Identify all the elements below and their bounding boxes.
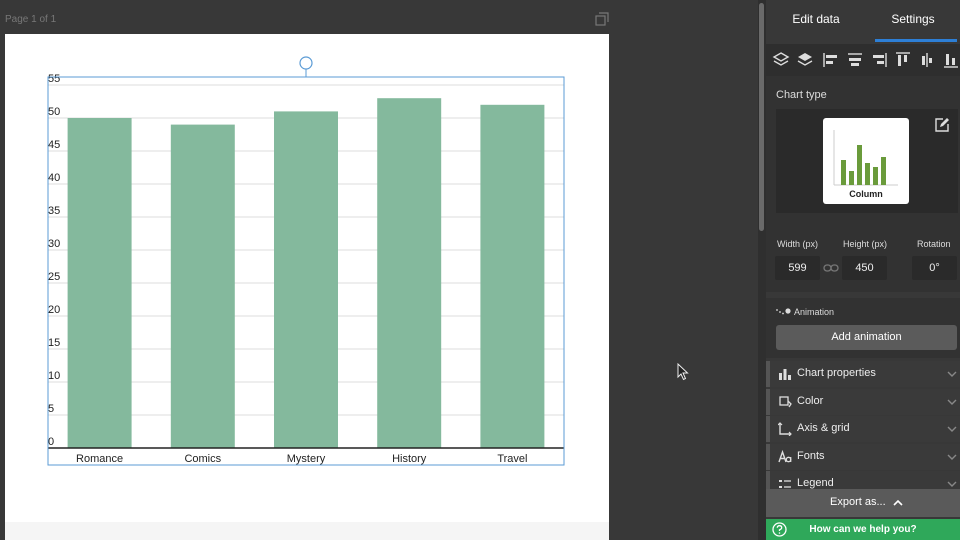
link-dimensions-icon[interactable]: [823, 262, 839, 274]
animation-icon: [776, 308, 791, 315]
y-tick-label: 20: [48, 304, 60, 316]
y-tick-label: 35: [48, 205, 60, 217]
align-left-icon[interactable]: [822, 51, 840, 69]
y-tick-labels: 0 5 10 15 20 25 30 35 40 45 50 55: [48, 73, 60, 448]
tab-edit-data[interactable]: Edit data: [766, 0, 866, 40]
column-chart-icon: [833, 130, 898, 186]
bar-chart-icon: [779, 369, 791, 380]
y-tick-label: 10: [48, 370, 60, 382]
export-button[interactable]: Export as...: [766, 489, 960, 517]
rotation-handle[interactable]: [299, 56, 313, 70]
paint-bucket-icon: [779, 396, 792, 408]
x-tick-label: Comics: [184, 453, 221, 465]
chart-type-selector[interactable]: Column: [776, 109, 958, 213]
chevron-down-icon: [947, 454, 957, 460]
align-center-icon[interactable]: [846, 51, 864, 69]
tab-settings[interactable]: Settings: [866, 0, 960, 40]
width-input[interactable]: 599: [775, 256, 820, 280]
active-tab-indicator: [875, 39, 957, 42]
chevron-down-icon: [947, 399, 957, 405]
accordion-label: Fonts: [797, 450, 825, 462]
x-tick-labels: Romance Comics Mystery History Travel: [76, 453, 527, 465]
accordion-label: Legend: [797, 477, 834, 489]
accordion-label: Axis & grid: [797, 422, 850, 434]
y-tick-label: 5: [48, 403, 54, 415]
y-tick-label: 30: [48, 238, 60, 250]
height-label: Height (px): [843, 239, 888, 249]
y-tick-label: 0: [48, 436, 54, 448]
rotation-input[interactable]: 0°: [912, 256, 957, 280]
help-label: How can we help you?: [809, 524, 917, 535]
x-tick-label: History: [392, 453, 427, 465]
y-tick-label: 50: [48, 106, 60, 118]
axis-icon: [778, 422, 792, 436]
chart-settings-section: Chart type Column Width (px) 599 Height …: [766, 76, 960, 292]
export-label: Export as...: [830, 496, 886, 508]
font-icon: [778, 450, 792, 463]
help-widget[interactable]: How can we help you?: [766, 519, 960, 540]
align-right-icon[interactable]: [870, 51, 888, 69]
rotation-label: Rotation: [917, 239, 951, 249]
x-tick-label: Mystery: [287, 453, 326, 465]
chart-type-name: Column: [849, 189, 883, 199]
bar-mystery: [274, 111, 338, 449]
chevron-up-icon: [893, 499, 903, 506]
chart-type-label: Chart type: [776, 89, 827, 101]
chart-type-thumbnail[interactable]: Column: [823, 118, 909, 204]
align-middle-icon[interactable]: [918, 51, 936, 69]
animation-section: Animation Add animation: [766, 298, 960, 358]
width-label: Width (px): [777, 239, 819, 249]
send-backward-icon[interactable]: [796, 51, 814, 69]
arrange-toolbar: [766, 44, 960, 76]
legend-icon: [779, 480, 791, 488]
settings-panel: Edit data Settings Chart type Column Wid…: [766, 0, 960, 540]
mouse-cursor-icon: [677, 363, 689, 381]
align-bottom-icon[interactable]: [942, 51, 960, 69]
accordion-label: Color: [797, 395, 824, 407]
y-tick-label: 15: [48, 337, 60, 349]
accordion-axis-grid[interactable]: Axis & grid: [766, 416, 960, 442]
bar-comics: [170, 124, 235, 448]
bar-romance: [67, 118, 132, 448]
accordion-label: Chart properties: [797, 367, 876, 379]
bar-history: [377, 98, 442, 448]
page-label: Page 1 of 1: [5, 14, 57, 25]
design-page: 0 5 10 15 20 25 30 35 40 45 50 55 Romance Comics Myst…: [5, 34, 609, 540]
canvas-area: Page 1 of 1 0 5 10 15 20 25 30 35 40 45 50 55 Roman…: [0, 0, 758, 540]
add-animation-button[interactable]: Add animation: [776, 325, 957, 350]
animation-label: Animation: [794, 307, 835, 317]
chevron-down-icon: [947, 371, 957, 377]
scrollbar-thumb[interactable]: [759, 3, 764, 231]
x-tick-label: Romance: [76, 453, 123, 465]
accordion-fonts[interactable]: Fonts: [766, 444, 960, 470]
edit-chart-type-icon[interactable]: [934, 117, 950, 133]
chevron-down-icon: [947, 481, 957, 487]
align-top-icon[interactable]: [894, 51, 912, 69]
duplicate-page-icon[interactable]: [595, 12, 609, 26]
height-input[interactable]: 450: [842, 256, 887, 280]
y-tick-label: 45: [48, 139, 60, 151]
accordion-chart-properties[interactable]: Chart properties: [766, 361, 960, 387]
accordion-color[interactable]: Color: [766, 389, 960, 415]
y-tick-label: 55: [48, 73, 60, 85]
bar-chart[interactable]: 0 5 10 15 20 25 30 35 40 45 50 55 Romance Comics Myst…: [5, 34, 609, 540]
y-tick-label: 25: [48, 271, 60, 283]
accordion-legend[interactable]: Legend: [766, 471, 960, 489]
chevron-down-icon: [947, 426, 957, 432]
bring-forward-icon[interactable]: [772, 51, 790, 69]
bar-travel: [480, 104, 545, 449]
y-tick-label: 40: [48, 172, 60, 184]
x-tick-label: Travel: [497, 453, 527, 465]
